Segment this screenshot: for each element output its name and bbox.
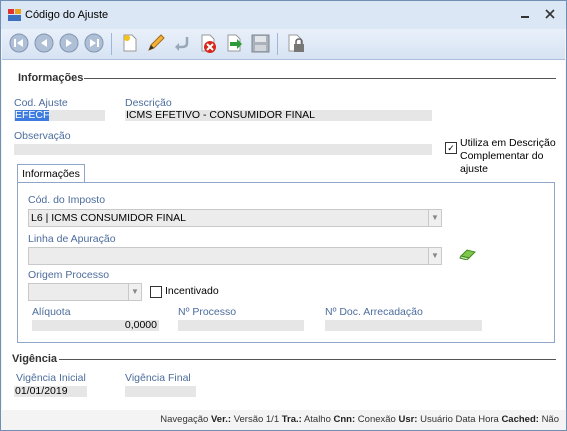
status-cnn-value: Conexão: [357, 414, 396, 425]
section-title-vigencia: Vigência: [12, 353, 58, 365]
section-divider: [84, 78, 556, 79]
utiliza-descricao-checkbox[interactable]: ✓: [445, 142, 457, 154]
utiliza-descricao-label-line2: Complementar do ajuste: [460, 150, 544, 175]
status-tra-key: Tra.:: [281, 414, 302, 425]
undo-icon: [175, 37, 189, 51]
cod-imposto-value: L6 | ICMS CONSUMIDOR FINAL: [31, 212, 186, 224]
new-document-icon: [123, 34, 137, 52]
cod-imposto-label: Cód. do Imposto: [28, 194, 106, 206]
status-tra-value: Atalho: [303, 414, 331, 425]
close-icon: [545, 9, 555, 19]
status-ver-key: Ver.:: [210, 414, 232, 425]
cod-ajuste-field[interactable]: EFECF: [14, 110, 105, 121]
chevron-down-icon: ▼: [431, 213, 439, 222]
next-record-button[interactable]: [58, 32, 80, 54]
status-cnn-key: Cnn:: [333, 414, 356, 425]
edit-button[interactable]: [145, 32, 167, 54]
cod-ajuste-value: EFECF: [15, 110, 50, 121]
origem-processo-label: Origem Processo: [28, 269, 110, 281]
incentivado-checkbox[interactable]: [150, 286, 162, 298]
utiliza-descricao-label: Utiliza em Descrição Complementar do aju…: [460, 137, 565, 176]
title-bar: Código do Ajuste: [1, 1, 566, 29]
undo-button[interactable]: [171, 32, 193, 54]
toolbar-separator: [277, 33, 278, 55]
new-button[interactable]: [119, 32, 141, 54]
lock-button[interactable]: [285, 32, 307, 54]
n-doc-arrecadacao-field[interactable]: [325, 320, 482, 331]
observacao-label: Observação: [14, 130, 71, 142]
aliquota-label: Alíquota: [32, 306, 71, 318]
n-processo-field[interactable]: [178, 320, 304, 331]
linha-apuracao-label: Linha de Apuração: [28, 233, 116, 245]
toolbar: [2, 29, 565, 60]
linha-apuracao-select[interactable]: ▼: [28, 247, 442, 265]
linha-apuracao-dropdown-button[interactable]: ▼: [428, 248, 441, 264]
next-icon: [59, 33, 79, 53]
cod-imposto-select[interactable]: L6 | ICMS CONSUMIDOR FINAL ▼: [28, 209, 442, 227]
status-usr-value: Usuário Data Hora: [420, 414, 499, 425]
pencil-icon: [148, 34, 165, 51]
status-usr-key: Usr:: [398, 414, 418, 425]
save-icon: [251, 34, 270, 53]
save-button[interactable]: [249, 32, 271, 54]
section-divider: [59, 359, 556, 360]
n-doc-arrecadacao-label: Nº Doc. Arrecadação: [325, 306, 423, 318]
tab-panel-informacoes: Cód. do Imposto L6 | ICMS CONSUMIDOR FIN…: [17, 182, 555, 343]
last-record-button[interactable]: [83, 32, 105, 54]
last-icon: [84, 33, 104, 53]
descricao-field[interactable]: ICMS EFETIVO - CONSUMIDOR FINAL: [125, 110, 432, 121]
delete-button[interactable]: [197, 32, 219, 54]
vigencia-inicial-label: Vigência Inicial: [16, 372, 86, 384]
chevron-down-icon: ▼: [131, 287, 139, 296]
vigencia-final-field[interactable]: [125, 386, 196, 397]
origem-processo-dropdown-button[interactable]: ▼: [128, 284, 141, 300]
tab-informacoes[interactable]: Informações: [17, 164, 85, 183]
toolbar-separator: [111, 33, 112, 55]
confirm-button[interactable]: [223, 32, 245, 54]
previous-record-button[interactable]: [33, 32, 55, 54]
first-icon: [9, 33, 29, 53]
status-cached-value: Não: [541, 414, 559, 425]
lock-icon: [288, 34, 304, 52]
minimize-icon: [521, 16, 529, 18]
origem-processo-select[interactable]: ▼: [28, 283, 142, 301]
app-icon: [8, 9, 21, 21]
aliquota-field[interactable]: 0,0000: [32, 320, 159, 331]
window: Código do Ajuste Informações Cod. Ajuste…: [0, 0, 567, 431]
status-bar: Navegação Ver.: Versão 1/1 Tra.: Atalho …: [2, 410, 565, 430]
form-content: Informações Cod. Ajuste EFECF Descrição …: [2, 60, 565, 410]
cod-ajuste-label: Cod. Ajuste: [14, 97, 68, 109]
window-title: Código do Ajuste: [25, 9, 109, 21]
utiliza-descricao-label-line1: Utiliza em Descrição: [460, 137, 556, 149]
cod-imposto-dropdown-button[interactable]: ▼: [428, 210, 441, 226]
status-ver-value: Versão 1/1: [233, 414, 280, 425]
eraser-icon[interactable]: [459, 248, 477, 260]
descricao-label: Descrição: [125, 97, 172, 109]
chevron-down-icon: ▼: [431, 251, 439, 260]
incentivado-label: Incentivado: [165, 285, 219, 297]
delete-icon: [201, 34, 216, 53]
observacao-field[interactable]: [14, 144, 432, 155]
status-cached-key: Cached:: [501, 414, 539, 425]
section-title-informacoes: Informações: [18, 72, 84, 84]
status-bar-content: Navegação Ver.: Versão 1/1 Tra.: Atalho …: [160, 410, 559, 430]
first-record-button[interactable]: [8, 32, 30, 54]
confirm-arrow-icon: [227, 34, 242, 52]
n-processo-label: Nº Processo: [178, 306, 237, 318]
minimize-button[interactable]: [516, 7, 534, 23]
close-button[interactable]: [541, 7, 559, 23]
vigencia-final-label: Vigência Final: [125, 372, 191, 384]
vigencia-inicial-field[interactable]: 01/01/2019: [14, 386, 87, 397]
status-navegacao: Navegação: [160, 414, 209, 425]
previous-icon: [34, 33, 54, 53]
